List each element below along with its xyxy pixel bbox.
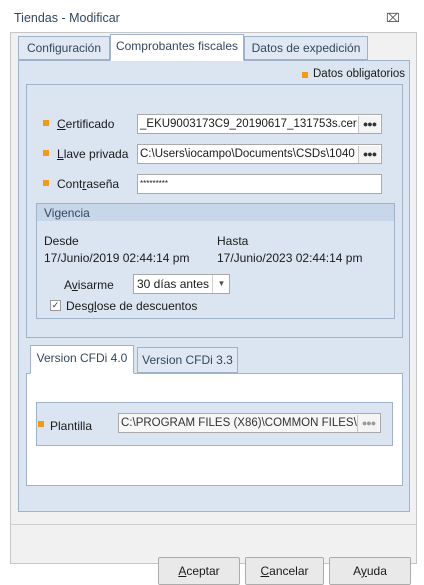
desde-value: 17/Junio/2019 02:44:14 pm	[44, 251, 190, 265]
desglose-label: Desglose de descuentos	[66, 299, 198, 313]
tab-underline	[18, 60, 110, 61]
chevron-down-icon[interactable]: ▼	[212, 275, 230, 293]
cancel-button[interactable]: Cancelar	[245, 557, 324, 585]
llave-privada-field[interactable]: C:\Users\iocampo\Documents\CSDs\1040 ●●●	[137, 144, 382, 164]
tab-underline	[244, 60, 410, 61]
hasta-label: Hasta	[217, 234, 249, 248]
certificado-value: _EKU9003173C9_20190617_131753s.cer	[140, 118, 357, 130]
vigencia-title: Vigencia	[44, 206, 90, 220]
avisarme-select[interactable]: 30 días antes ▼	[133, 274, 230, 294]
required-marker-icon	[43, 120, 49, 126]
accept-button[interactable]: Aceptar	[158, 557, 240, 585]
llave-privada-label: Llave privada	[57, 147, 129, 161]
desde-label: Desde	[44, 234, 79, 248]
required-marker-icon	[38, 421, 44, 427]
browse-certificado-button[interactable]: ●●●	[358, 116, 380, 133]
certificado-label-rest: ertificado	[65, 117, 115, 131]
certificado-field[interactable]: _EKU9003173C9_20190617_131753s.cer ●●●	[137, 114, 382, 134]
check-icon: ✓	[51, 300, 60, 310]
plantilla-value: C:\PROGRAM FILES (X86)\COMMON FILES\	[121, 417, 357, 429]
plantilla-label: Plantilla	[50, 419, 93, 433]
required-note: Datos obligatorios	[313, 68, 406, 80]
tab-comprobantes-fiscales[interactable]: Comprobantes fiscales	[110, 34, 244, 61]
avisarme-label: Avisarme	[64, 278, 114, 292]
certificado-label: Certificado	[57, 117, 115, 131]
vigencia-header	[37, 204, 394, 221]
tab-datos-de-expedicion[interactable]: Datos de expedición	[244, 36, 368, 60]
help-button[interactable]: Ayuda	[329, 557, 411, 585]
footer-divider	[10, 524, 417, 525]
window-title: Tiendas - Modificar	[14, 11, 120, 25]
tab-cfdi-40[interactable]: Version CFDi 4.0	[30, 345, 134, 374]
browse-llave-button[interactable]: ●●●	[358, 146, 380, 163]
avisarme-value: 30 días antes	[137, 277, 210, 291]
desglose-checkbox[interactable]: ✓	[50, 300, 61, 311]
plantilla-field: C:\PROGRAM FILES (X86)\COMMON FILES\ ●●●	[118, 413, 381, 433]
required-marker-icon	[43, 150, 49, 156]
password-field[interactable]: *********	[137, 174, 382, 194]
required-marker-icon	[302, 72, 308, 78]
llave-privada-value: C:\Users\iocampo\Documents\CSDs\1040	[140, 148, 355, 160]
close-icon[interactable]: ⌧	[386, 11, 400, 25]
tab-cfdi-33[interactable]: Version CFDi 3.3	[137, 347, 238, 373]
tab-configuracion[interactable]: Configuración	[18, 36, 110, 60]
contrasena-label: Contraseña	[57, 177, 120, 191]
hasta-value: 17/Junio/2023 02:44:14 pm	[217, 251, 363, 265]
browse-plantilla-button: ●●●	[357, 415, 379, 432]
required-marker-icon	[43, 180, 49, 186]
